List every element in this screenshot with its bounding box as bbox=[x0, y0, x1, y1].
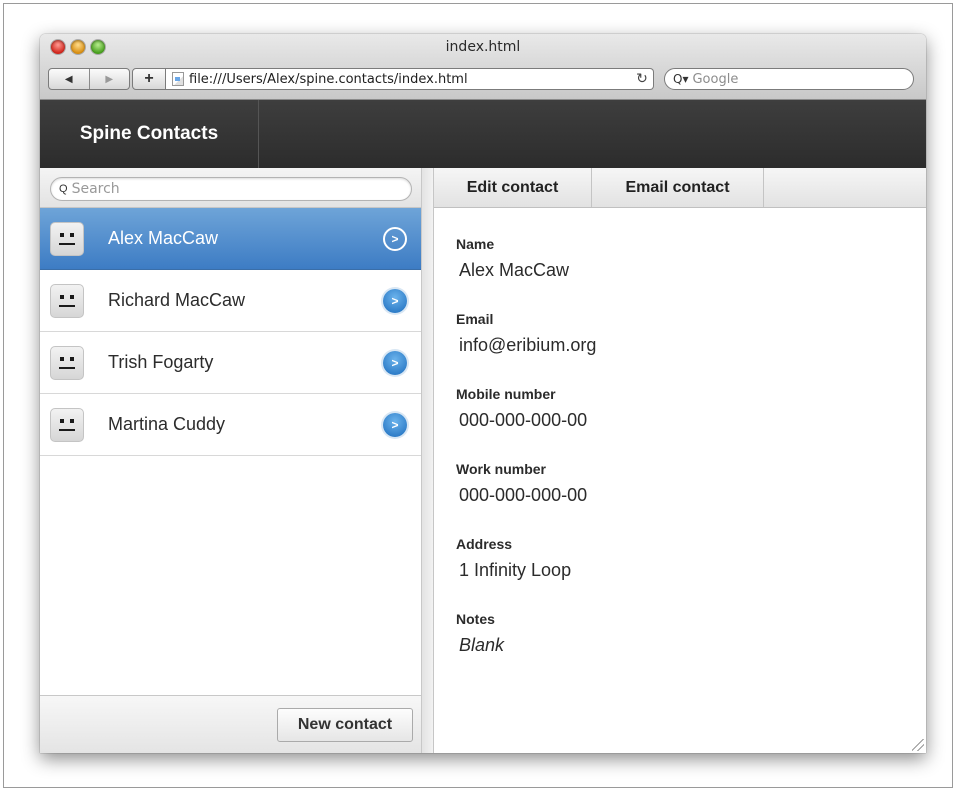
sidebar-search-bar: Q bbox=[40, 168, 421, 208]
field-value: 000-000-000-00 bbox=[459, 410, 588, 430]
contact-item-alex-maccaw[interactable]: Alex MacCaw > bbox=[40, 208, 421, 270]
field-work-number: Work number 000-000-000-00 bbox=[456, 461, 926, 507]
window-title: index.html bbox=[445, 39, 521, 55]
browser-search-placeholder: Google bbox=[692, 71, 739, 87]
field-email: Email info@eribium.org bbox=[456, 311, 926, 357]
app-header: Spine Contacts bbox=[40, 100, 926, 168]
field-value: info@eribium.org bbox=[459, 335, 597, 355]
browser-titlebar: index.html ◀ ▶ + file:///Users/Alex/spin… bbox=[40, 34, 926, 100]
field-value: 1 Infinity Loop bbox=[459, 560, 572, 580]
contacts-sidebar: Q Alex MacCaw > Richard MacCaw > Trish F… bbox=[40, 168, 422, 753]
chevron-right-icon[interactable]: > bbox=[383, 226, 407, 251]
detail-toolbar: Edit contact Email contact bbox=[434, 168, 926, 208]
add-bookmark-button[interactable]: + bbox=[132, 68, 166, 90]
contact-detail-pane: Edit contact Email contact Name Alex Mac… bbox=[434, 168, 926, 753]
contact-item-trish-fogarty[interactable]: Trish Fogarty > bbox=[40, 332, 421, 394]
field-name: Name Alex MacCaw bbox=[456, 236, 926, 282]
url-text: file:///Users/Alex/spine.contacts/index.… bbox=[189, 71, 468, 87]
field-address: Address 1 Infinity Loop bbox=[456, 536, 926, 582]
contact-details: Name Alex MacCaw Email info@eribium.org … bbox=[434, 208, 926, 657]
browser-window: index.html ◀ ▶ + file:///Users/Alex/spin… bbox=[40, 34, 926, 753]
avatar bbox=[50, 221, 84, 256]
chevron-right-icon[interactable]: > bbox=[383, 350, 407, 375]
field-value: Alex MacCaw bbox=[459, 260, 570, 280]
chevron-right-icon[interactable]: > bbox=[383, 412, 407, 437]
forward-arrow-icon[interactable]: ▶ bbox=[88, 69, 130, 89]
edit-contact-button[interactable]: Edit contact bbox=[434, 168, 592, 207]
page-file-icon bbox=[172, 72, 184, 86]
sidebar-footer: New contact bbox=[40, 695, 421, 753]
pane-divider[interactable] bbox=[422, 168, 434, 753]
field-label: Mobile number bbox=[456, 386, 556, 402]
field-label: Notes bbox=[456, 611, 495, 627]
search-engine-icon[interactable]: Q▾ bbox=[673, 72, 688, 86]
contact-name: Martina Cuddy bbox=[108, 414, 226, 434]
field-mobile-number: Mobile number 000-000-000-00 bbox=[456, 386, 926, 432]
field-notes: Notes Blank bbox=[456, 611, 926, 657]
avatar bbox=[50, 407, 84, 442]
field-label: Address bbox=[456, 536, 513, 552]
field-label: Work number bbox=[456, 461, 546, 477]
contact-name: Richard MacCaw bbox=[108, 290, 246, 310]
back-arrow-icon[interactable]: ◀ bbox=[49, 69, 89, 89]
contact-item-martina-cuddy[interactable]: Martina Cuddy > bbox=[40, 394, 421, 456]
contact-item-richard-maccaw[interactable]: Richard MacCaw > bbox=[40, 270, 421, 332]
contact-name: Alex MacCaw bbox=[108, 228, 219, 248]
search-icon: Q bbox=[59, 183, 68, 195]
new-contact-button[interactable]: New contact bbox=[277, 708, 413, 742]
contact-search-box[interactable]: Q bbox=[50, 177, 412, 201]
contact-search-input[interactable] bbox=[71, 181, 411, 197]
history-buttons: ◀ ▶ bbox=[48, 68, 130, 90]
avatar bbox=[50, 345, 84, 380]
chevron-right-icon[interactable]: > bbox=[383, 288, 407, 313]
resize-grip-icon[interactable] bbox=[912, 739, 924, 751]
field-value: 000-000-000-00 bbox=[459, 485, 588, 505]
reload-icon[interactable]: ↻ bbox=[631, 71, 653, 87]
address-bar[interactable]: file:///Users/Alex/spine.contacts/index.… bbox=[166, 68, 654, 90]
field-value: Blank bbox=[459, 635, 505, 655]
contact-name: Trish Fogarty bbox=[108, 352, 214, 372]
field-label: Email bbox=[456, 311, 494, 327]
field-label: Name bbox=[456, 236, 495, 252]
app-title: Spine Contacts bbox=[40, 100, 259, 168]
avatar bbox=[50, 283, 84, 318]
email-contact-button[interactable]: Email contact bbox=[592, 168, 764, 207]
browser-search-field[interactable]: Q▾ Google bbox=[664, 68, 914, 90]
